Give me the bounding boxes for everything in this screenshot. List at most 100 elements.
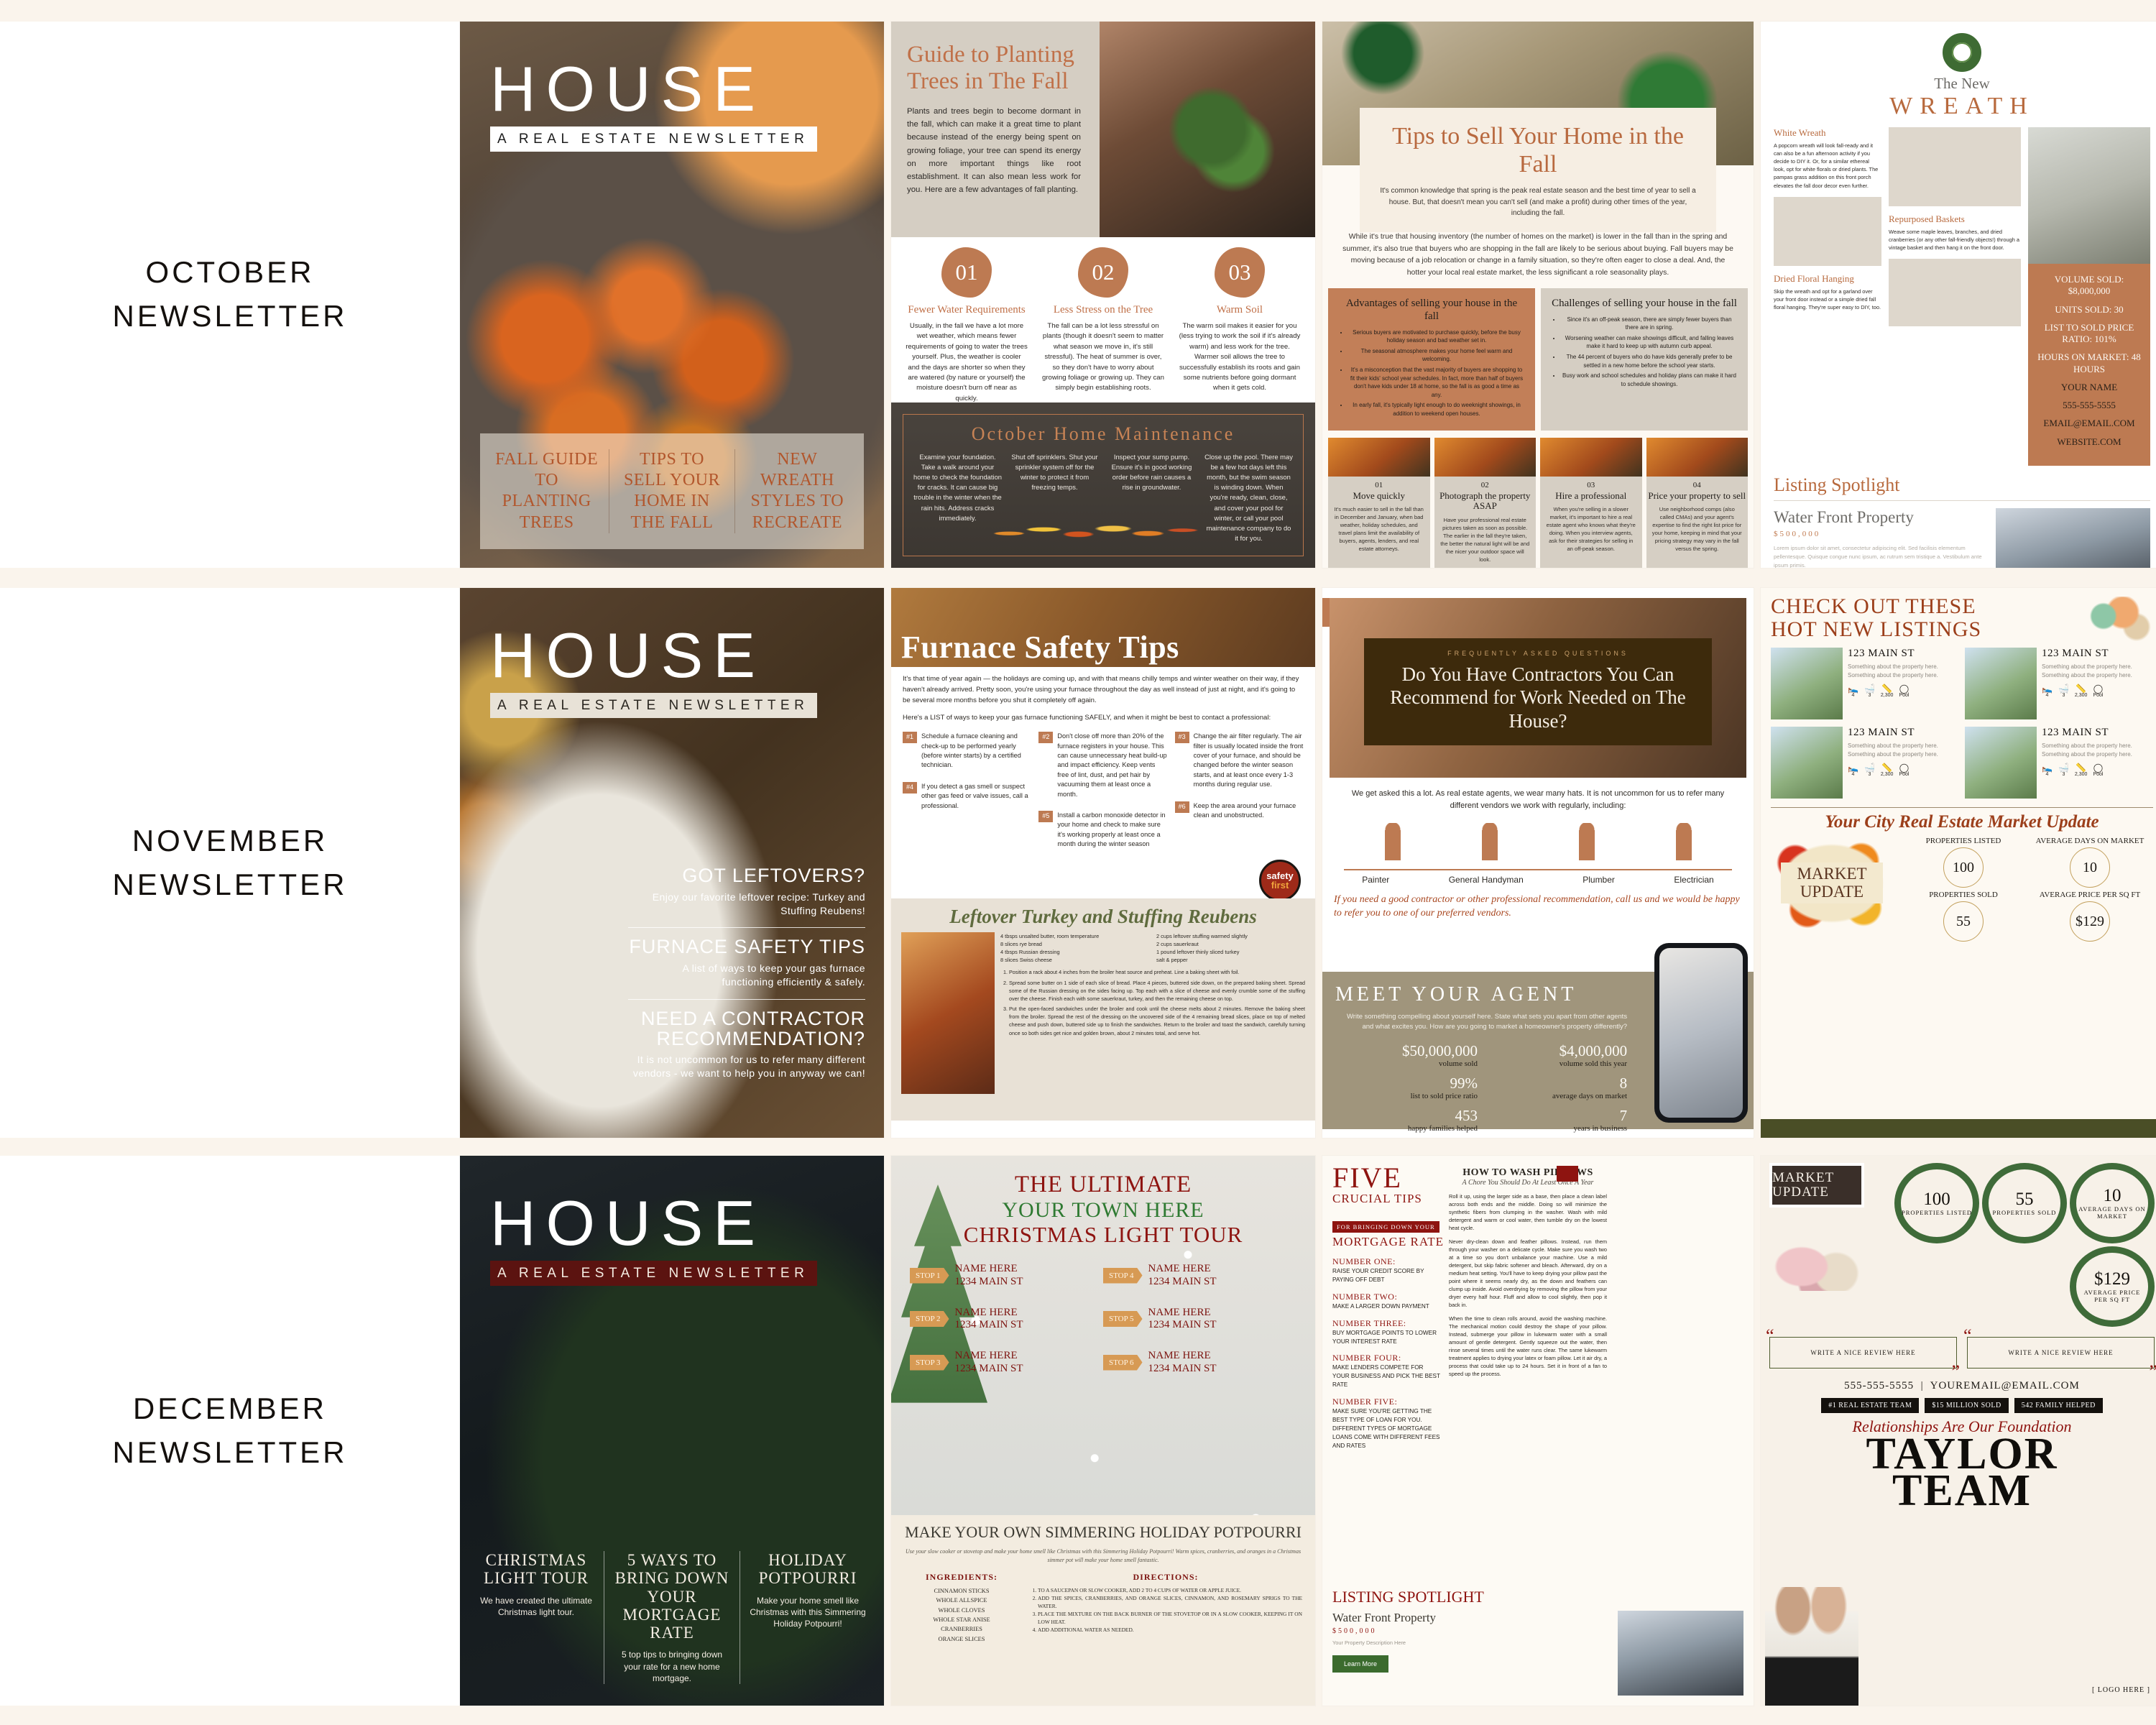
stat-value: $129	[2094, 1269, 2130, 1289]
faq-lead: We get asked this a lot. As real estate …	[1351, 789, 1725, 810]
stat-value: $4,000,000	[1559, 1041, 1628, 1059]
cover-headline: HOLIDAY POTPOURRI Make your home smell l…	[740, 1550, 875, 1684]
listing-card[interactable]: 123 MAIN ST Something about the property…	[1771, 727, 1959, 799]
december-mortgage-tips-page[interactable]: FIVE CRUCIAL TIPS FOR BRINGING DOWN YOUR…	[1322, 1156, 1754, 1706]
potpourri-title: MAKE YOUR OWN SIMMERING HOLIDAY POTPOURR…	[905, 1523, 1302, 1541]
market-stat: AVERAGE PRICE PER SQ FT $129	[2027, 891, 2153, 942]
listing-description: Something about the property here. Somet…	[1848, 742, 1938, 758]
learn-more-button[interactable]: Learn More	[1332, 1655, 1389, 1673]
wreath-section-heading: Dried Floral Hanging	[1774, 272, 1854, 284]
advantage-item: It's a misconception that the vast major…	[1348, 366, 1525, 399]
advantages-box: Advantages of selling your house in the …	[1328, 288, 1535, 431]
october-sell-home-page[interactable]: Tips to Sell Your Home in the Fall It's …	[1322, 22, 1754, 568]
furnace-photo: Furnace Safety Tips	[891, 588, 1315, 667]
tip-tag: #4	[903, 781, 918, 794]
bed-icon: 🛌	[2042, 763, 2053, 773]
stop-name: NAME HERE	[954, 1350, 1018, 1362]
tip-number: NUMBER FOUR:	[1332, 1353, 1401, 1363]
contact-email: EMAIL@EMAIL.COM	[2043, 418, 2135, 429]
december-taylor-team-page[interactable]: MARKET UPDATE 100 PROPERTIES LISTED 55 P…	[1761, 1156, 2156, 1706]
team-badge: #1 REAL ESTATE TEAM	[1821, 1398, 1920, 1413]
faq-kicker: FREQUENTLY ASKED QUESTIONS	[1447, 650, 1628, 657]
pillow-title: HOW TO WASH PILLOWS	[1462, 1167, 1593, 1178]
autumn-photo	[1328, 437, 1430, 477]
wreath-section-body: Skip the wreath and opt for a garland ov…	[1774, 288, 1881, 310]
potpourri-ingredient: CRANBERRIES	[941, 1626, 982, 1633]
mortgage-tip: NUMBER FIVE: MAKE SURE YOU'RE GETTING TH…	[1332, 1397, 1440, 1450]
stop-address: 1234 MAIN ST	[954, 1362, 1023, 1374]
stat-line: HOURS ON MARKET: 48 HOURS	[2037, 351, 2141, 374]
november-cover-page[interactable]: HOUSE A REAL ESTATE NEWSLETTER GOT LEFTO…	[460, 588, 884, 1138]
tour-title-line3: CHRISTMAS LIGHT TOUR	[963, 1221, 1243, 1247]
vendor-icons	[1344, 823, 1732, 870]
ruler-icon: 📏	[1881, 684, 1893, 694]
step-title: Price your property to sell	[1648, 489, 1746, 501]
advantages-title: Advantages of selling your house in the …	[1345, 297, 1518, 322]
badge-label: MARKET UPDATE	[1772, 1170, 1834, 1200]
november-label-line1: NOVEMBER	[132, 823, 328, 857]
planting-point: 02 Less Stress on the Tree The fall can …	[1035, 247, 1171, 404]
vendor-label: Electrician	[1674, 875, 1714, 885]
october-wreath-page[interactable]: The New WREATH White Wreath A popcorn wr…	[1761, 22, 2156, 568]
contact-phone: 555-555-5555	[2063, 400, 2116, 410]
listing-card[interactable]: 123 MAIN ST Something about the property…	[1965, 648, 2153, 719]
agent-sold-photo	[1659, 948, 1743, 1118]
stat-label: list to sold price ratio	[1410, 1091, 1478, 1100]
october-label-line2: NEWSLETTER	[112, 299, 348, 333]
property-description: Lorem ipsum dolor sit amet, consectetur …	[1774, 544, 1982, 568]
october-maintenance-section: October Home Maintenance Examine your fo…	[891, 402, 1315, 568]
listing-card[interactable]: 123 MAIN ST Something about the property…	[1771, 648, 1959, 719]
furnace-tip: #2 Don't close off more than 20% of the f…	[1038, 732, 1167, 799]
beds: 4	[1851, 772, 1855, 778]
october-planting-trees-page[interactable]: Guide to Planting Trees in The Fall Plan…	[891, 22, 1315, 568]
tour-stop: STOP 4 NAME HERE 1234 MAIN ST	[1103, 1263, 1296, 1288]
cover-logo: HOUSE A REAL ESTATE NEWSLETTER	[490, 58, 818, 152]
property-description: Your Property Description Here	[1332, 1639, 1406, 1646]
furnace-title: Furnace Safety Tips	[901, 630, 1179, 665]
challenges-title: Challenges of selling your house in the …	[1552, 297, 1737, 309]
november-cover-headlines: GOT LEFTOVERS? Enjoy our favorite leftov…	[628, 865, 865, 1080]
ingredient: 2 cups leftover stuffing warmed slightly	[1156, 933, 1248, 939]
painter-icon	[1376, 823, 1409, 865]
white-wreath-photo	[1889, 127, 2021, 206]
tip-body: Change the air filter regularly. The air…	[1193, 732, 1304, 788]
listing-card[interactable]: 123 MAIN ST Something about the property…	[1965, 727, 2153, 799]
wreath-title: WREATH	[1889, 93, 2035, 119]
listing-address: 123 MAIN ST	[1848, 727, 1915, 738]
stat-line: UNITS SOLD: 30	[2055, 303, 2124, 315]
stat-wreath: 10 AVERAGE DAYS ON MARKET	[2070, 1163, 2155, 1243]
october-cover-page[interactable]: HOUSE A REAL ESTATE NEWSLETTER FALL GUID…	[460, 22, 884, 568]
team-badge: $15 MILLION SOLD	[1925, 1398, 2009, 1413]
december-cover-page[interactable]: HOUSE A REAL ESTATE NEWSLETTER CHRISTMAS…	[460, 1156, 884, 1706]
selling-step: 03 Hire a professional When you're selli…	[1540, 437, 1642, 568]
stat-label: average days on market	[1552, 1091, 1628, 1100]
selling-step: 02 Photograph the property ASAP Have you…	[1434, 437, 1536, 568]
challenges-box: Challenges of selling your house in the …	[1541, 288, 1748, 431]
december-light-tour-page[interactable]: THE ULTIMATE YOUR TOWN HERE CHRISTMAS LI…	[891, 1156, 1315, 1706]
pillow-article: HOW TO WASH PILLOWS A Chore You Should D…	[1449, 1166, 1607, 1383]
property-price: $500,000	[1774, 529, 1821, 538]
october-row-label: OCTOBER NEWSLETTER	[0, 22, 460, 568]
cover-headline-2: TIPS TO SELL YOUR HOME IN THE FALL	[609, 448, 734, 533]
sell-lead: While it's true that housing inventory (…	[1342, 233, 1733, 277]
november-furnace-page[interactable]: Furnace Safety Tips It's that time of ye…	[891, 588, 1315, 1138]
october-cover-headline-strip: FALL GUIDE TO PLANTING TREES TIPS TO SEL…	[480, 433, 864, 549]
furnace-intro-2: Here's a LIST of ways to keep your gas f…	[903, 713, 1271, 722]
november-contractors-page[interactable]: FREQUENTLY ASKED QUESTIONS Do You Have C…	[1322, 588, 1754, 1138]
stop-name: NAME HERE	[1148, 1350, 1211, 1362]
headline-title: CHRISTMAS LIGHT TOUR	[483, 1550, 589, 1588]
directions-heading: DIRECTIONS:	[1133, 1571, 1199, 1582]
point-number: 03	[1215, 247, 1265, 298]
baths: 3	[2062, 693, 2065, 699]
november-listings-page[interactable]: CHECK OUT THESE HOT NEW LISTINGS 123 MAI…	[1761, 588, 2156, 1138]
tip-body: Don't close off more than 20% of the fur…	[1057, 732, 1167, 798]
headline-title: HOLIDAY POTPOURRI	[758, 1550, 857, 1588]
bed-icon: 🛌	[2042, 684, 2053, 694]
extra: Pool	[2093, 772, 2104, 778]
step-body: It's much easier to sell in the fall tha…	[1334, 506, 1424, 553]
tip-number: NUMBER FIVE:	[1332, 1397, 1398, 1407]
stat-value: 100	[1923, 1189, 1950, 1209]
sqft: 2,300	[2074, 772, 2088, 778]
ingredients-heading: INGREDIENTS:	[925, 1571, 998, 1582]
autumn-photo	[1540, 437, 1642, 477]
